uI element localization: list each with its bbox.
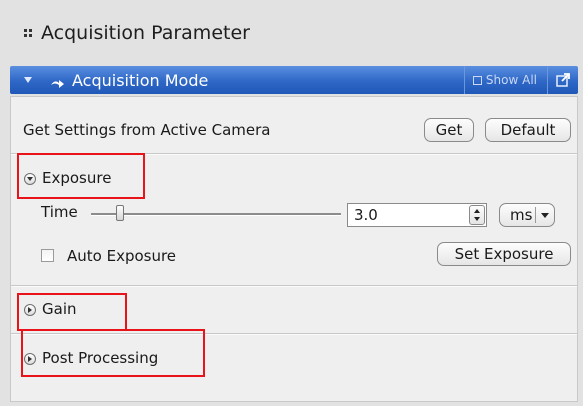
exposure-highlight <box>17 153 145 199</box>
auto-exposure-checkbox[interactable] <box>41 249 54 262</box>
section-title: Acquisition Mode <box>72 70 209 90</box>
acquisition-mode-bar[interactable]: Acquisition Mode Show All <box>10 66 578 94</box>
time-label: Time <box>41 203 78 221</box>
time-spinner[interactable] <box>469 205 485 225</box>
time-slider-track[interactable] <box>91 213 341 216</box>
panel-header: Acquisition Parameter <box>24 22 250 44</box>
collapse-arrow-icon[interactable] <box>24 77 32 83</box>
acquisition-mode-icon <box>50 74 66 88</box>
show-all-checkbox-icon <box>472 75 482 85</box>
show-all-label: Show All <box>485 73 537 87</box>
acquisition-mode-content: Get Settings from Active Camera Get Defa… <box>10 96 578 402</box>
gain-highlight <box>17 293 127 331</box>
acquisition-parameter-panel: Acquisition Parameter Acquisition Mode S… <box>0 0 583 406</box>
set-exposure-button[interactable]: Set Exposure <box>437 242 571 266</box>
show-all-toggle[interactable]: Show All <box>463 66 547 94</box>
panel-title: Acquisition Parameter <box>41 22 250 44</box>
unit-select[interactable]: ms <box>499 203 555 227</box>
chevron-down-icon <box>541 213 549 218</box>
divider <box>11 285 577 287</box>
popout-button[interactable] <box>547 66 578 94</box>
unit-value: ms <box>510 206 533 224</box>
get-button[interactable]: Get <box>424 118 474 142</box>
settings-label: Get Settings from Active Camera <box>23 121 271 139</box>
post-processing-highlight <box>21 329 205 377</box>
grip-dots-icon[interactable] <box>24 29 32 37</box>
section-bar-actions: Show All <box>463 66 578 94</box>
auto-exposure-label: Auto Exposure <box>67 247 177 265</box>
time-slider-thumb[interactable] <box>116 205 124 221</box>
popout-icon <box>556 73 570 87</box>
time-value-field[interactable]: 3.0 <box>347 203 487 227</box>
default-button[interactable]: Default <box>485 118 571 142</box>
